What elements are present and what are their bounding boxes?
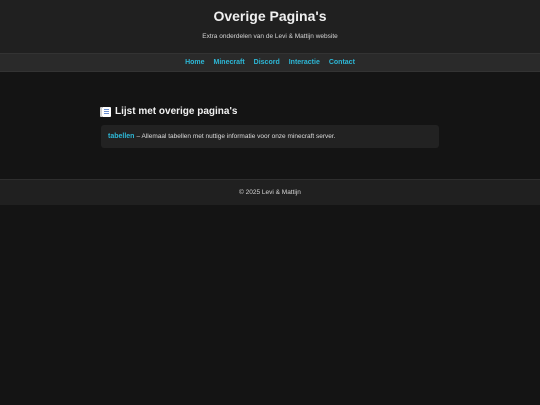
copyright-text: © 2025 Levi & Mattijn xyxy=(239,189,301,196)
main-content: Lijst met overige pagina's tabellen – Al… xyxy=(0,72,540,179)
page-title: Overige Pagina's xyxy=(213,8,327,24)
page-with-curl-icon xyxy=(100,107,111,117)
nav-link-interactie[interactable]: Interactie xyxy=(289,59,320,67)
tabellen-link[interactable]: tabellen xyxy=(108,133,134,140)
section-heading-text: Lijst met overige pagina's xyxy=(115,106,238,117)
site-footer: © 2025 Levi & Mattijn xyxy=(0,179,540,205)
nav-link-minecraft[interactable]: Minecraft xyxy=(214,59,245,67)
nav-link-discord[interactable]: Discord xyxy=(254,59,280,67)
site-header: Overige Pagina's Extra onderdelen van de… xyxy=(0,0,540,53)
nav-link-contact[interactable]: Contact xyxy=(329,59,355,67)
list-item: tabellen – Allemaal tabellen met nuttige… xyxy=(101,125,439,148)
tabellen-description: – Allemaal tabellen met nuttige informat… xyxy=(136,133,336,140)
main-nav: Home Minecraft Discord Interactie Contac… xyxy=(0,53,540,72)
page-subtitle: Extra onderdelen van de Levi & Mattijn w… xyxy=(202,33,338,40)
nav-link-home[interactable]: Home xyxy=(185,59,204,67)
section-heading: Lijst met overige pagina's xyxy=(100,106,238,118)
